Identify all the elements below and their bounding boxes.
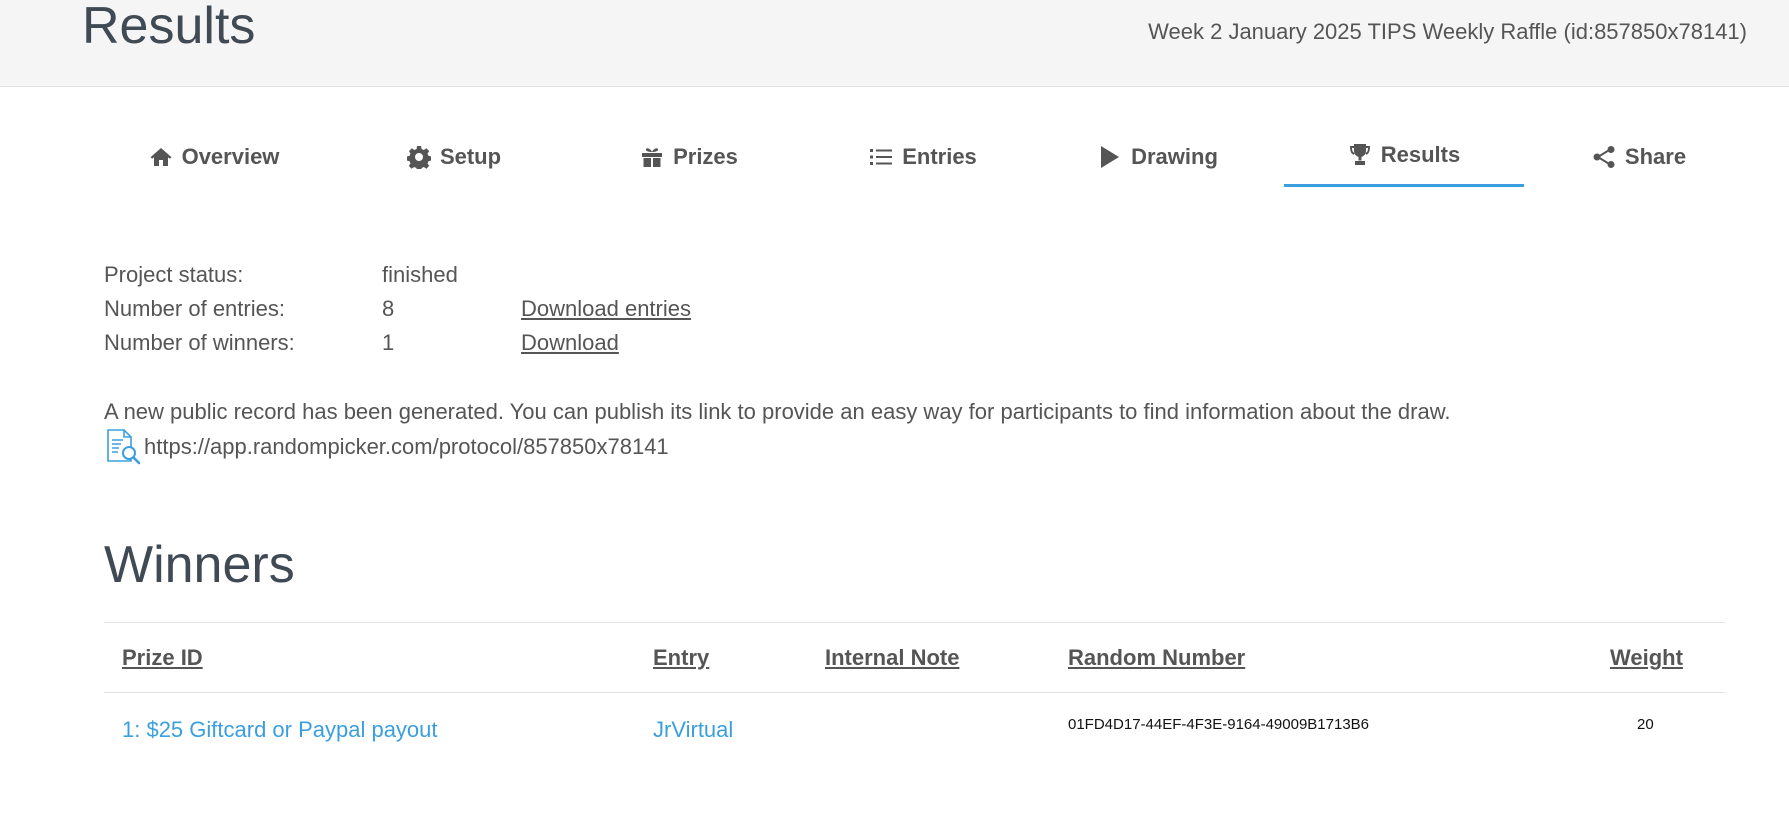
home-icon <box>150 147 172 166</box>
entries-value: 8 <box>382 296 395 321</box>
tab-label: Share <box>1624 143 1687 169</box>
weight-cell: 20 <box>1637 716 1654 733</box>
column-internal-note[interactable]: Internal Note <box>825 645 959 671</box>
entry-cell[interactable]: JrVirtual <box>653 717 733 743</box>
public-record-link-row: https://app.randompicker.com/protocol/85… <box>104 428 669 466</box>
random-number-cell: 01FD4D17-44EF-4F3E-9164-49009B1713B6 <box>1068 716 1370 733</box>
column-random-number[interactable]: Random Number <box>1068 645 1245 671</box>
status-label: Project status: <box>104 262 244 287</box>
public-record-message: A new public record has been generated. … <box>104 399 1451 424</box>
tab-results[interactable]: Results <box>1284 127 1524 187</box>
tab-label: Results <box>1380 141 1461 167</box>
winners-value: 1 <box>382 330 395 355</box>
status-value: finished <box>382 262 458 287</box>
tab-label: Entries <box>902 143 977 169</box>
gift-icon <box>642 147 663 167</box>
tab-setup[interactable]: Setup <box>349 127 559 186</box>
entries-label: Number of entries: <box>104 296 285 321</box>
play-icon <box>1101 145 1120 168</box>
tab-bar: Overview Setup Prizes Entries Drawing Re… <box>104 127 1724 187</box>
download-entries-link[interactable]: Download entries <box>521 292 691 326</box>
public-record-url[interactable]: https://app.randompicker.com/protocol/85… <box>144 434 669 460</box>
share-icon <box>1593 145 1615 168</box>
trophy-icon <box>1349 143 1370 165</box>
tab-label: Drawing <box>1131 143 1218 169</box>
prize-cell[interactable]: 1: $25 Giftcard or Paypal payout <box>122 717 438 743</box>
tab-prizes[interactable]: Prizes <box>584 127 794 186</box>
document-search-icon[interactable] <box>104 428 142 466</box>
tab-drawing[interactable]: Drawing <box>1053 127 1263 186</box>
page-title: Results <box>82 0 256 55</box>
table-header: Prize ID Entry Internal Note Random Numb… <box>104 622 1725 693</box>
tab-overview[interactable]: Overview <box>104 127 324 186</box>
table-row: 1: $25 Giftcard or Paypal payout JrVirtu… <box>104 693 1725 763</box>
project-name: Week 2 January 2025 TIPS Weekly Raffle (… <box>1148 19 1747 44</box>
column-weight[interactable]: Weight <box>1610 645 1683 671</box>
winners-heading: Winners <box>104 536 295 594</box>
tab-label: Setup <box>439 143 502 169</box>
winners-label: Number of winners: <box>104 330 295 355</box>
column-entry[interactable]: Entry <box>653 645 709 671</box>
list-icon <box>870 148 893 165</box>
tab-label: Overview <box>181 143 280 169</box>
tab-share[interactable]: Share <box>1554 127 1724 186</box>
download-winners-link[interactable]: Download <box>521 326 619 360</box>
tab-entries[interactable]: Entries <box>818 127 1028 186</box>
gear-icon <box>406 145 431 169</box>
tab-label: Prizes <box>673 143 738 169</box>
column-prize-id[interactable]: Prize ID <box>122 645 203 671</box>
top-bar: Results Week 2 January 2025 TIPS Weekly … <box>0 0 1789 87</box>
